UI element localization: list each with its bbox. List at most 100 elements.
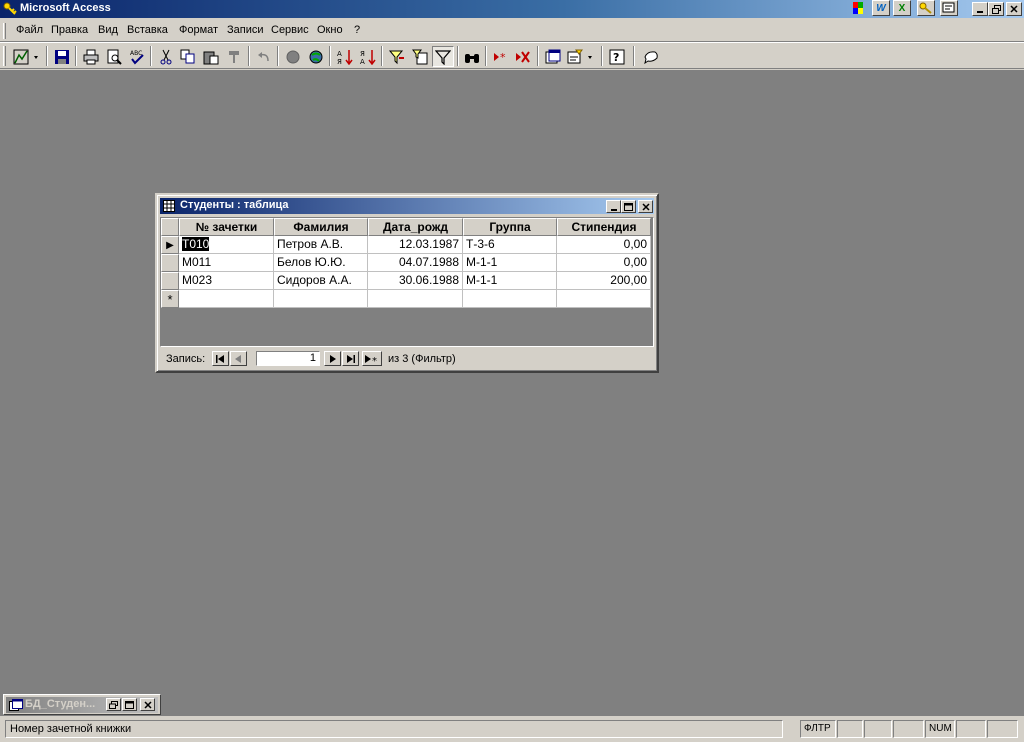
row-selector-new[interactable]: * [161, 290, 179, 308]
record-navigator: Запись: 1 * из 3 (Фильтр) [160, 350, 654, 368]
svg-text:А: А [360, 58, 365, 65]
powerpoint-icon[interactable] [940, 0, 958, 16]
column-header-surname[interactable]: Фамилия [274, 218, 368, 236]
menu-insert[interactable]: Вставка [127, 24, 168, 36]
print-preview-icon[interactable] [103, 46, 125, 67]
find-icon[interactable] [461, 46, 483, 67]
view-mode-button[interactable] [11, 46, 43, 67]
save-icon[interactable] [51, 46, 73, 67]
first-record-button[interactable] [212, 351, 229, 366]
new-row-cell[interactable] [368, 290, 463, 308]
minimized-titlebar[interactable]: БД_Студен... [6, 697, 158, 713]
table-row-cell[interactable]: 12.03.1987 [368, 236, 463, 254]
filter-by-selection-icon[interactable] [386, 46, 408, 67]
menu-help[interactable]: ? [354, 24, 360, 36]
spelling-icon[interactable]: ABC [126, 46, 148, 67]
column-header-id[interactable]: № зачетки [179, 218, 274, 236]
table-row-cell[interactable]: M023 [179, 272, 274, 290]
apply-filter-icon[interactable] [432, 46, 454, 67]
column-header-stipend[interactable]: Стипендия [557, 218, 651, 236]
toolbar-separator [277, 46, 279, 66]
menu-file[interactable]: Файл [16, 24, 43, 36]
close-button[interactable] [1006, 2, 1022, 16]
web-toolbar-icon[interactable] [305, 46, 327, 67]
copy-icon[interactable] [177, 46, 199, 67]
table-row-cell[interactable]: Белов Ю.Ю. [274, 254, 368, 272]
word-icon[interactable]: W [872, 0, 890, 16]
table-minimize-button[interactable] [606, 200, 621, 213]
minimize-button[interactable] [972, 2, 988, 16]
previous-record-button[interactable] [230, 351, 247, 366]
sort-ascending-icon[interactable]: АЯ [334, 46, 356, 67]
last-record-button[interactable] [342, 351, 359, 366]
new-record-nav-button[interactable]: * [362, 351, 382, 366]
minwin-close-button[interactable] [140, 698, 155, 711]
hyperlink-icon[interactable] [282, 46, 304, 67]
record-count: из 3 (Фильтр) [388, 353, 456, 365]
select-all-corner[interactable] [161, 218, 179, 236]
excel-icon[interactable]: X [893, 0, 911, 16]
delete-record-icon[interactable] [512, 46, 534, 67]
menu-edit[interactable]: Правка [51, 24, 88, 36]
toolbar-grip[interactable] [3, 46, 6, 66]
row-selector[interactable] [161, 254, 179, 272]
table-row-cell[interactable]: М-1-1 [463, 254, 557, 272]
column-header-birthdate[interactable]: Дата_рожд [368, 218, 463, 236]
table-maximize-button[interactable] [621, 200, 636, 213]
table-row-cell[interactable]: 04.07.1988 [368, 254, 463, 272]
table-row-cell[interactable]: 200,00 [557, 272, 651, 290]
minimized-database-window[interactable]: БД_Студен... [3, 694, 161, 715]
new-row-cell[interactable] [274, 290, 368, 308]
next-record-button[interactable] [324, 351, 341, 366]
table-icon [163, 200, 175, 212]
table-window-titlebar[interactable]: Студенты : таблица [160, 198, 654, 214]
restore-button[interactable] [988, 2, 1004, 16]
status-panel [987, 720, 1018, 738]
table-row-cell[interactable]: 30.06.1988 [368, 272, 463, 290]
access-icon[interactable] [917, 0, 935, 16]
table-row-cell[interactable]: M011 [179, 254, 274, 272]
table-row-cell[interactable]: Сидоров А.А. [274, 272, 368, 290]
office-assistant-icon[interactable] [640, 46, 662, 67]
table-row-cell[interactable]: T010 [179, 236, 274, 254]
menu-window[interactable]: Окно [317, 24, 343, 36]
row-selector-current[interactable]: ▶ [161, 236, 179, 254]
paste-icon[interactable] [200, 46, 222, 67]
filter-by-form-icon[interactable] [409, 46, 431, 67]
new-record-icon[interactable]: * [490, 46, 512, 67]
minwin-restore-button[interactable] [106, 698, 121, 711]
new-row-cell[interactable] [463, 290, 557, 308]
status-panel [864, 720, 892, 738]
status-panel-filter: ФЛТР [800, 720, 836, 738]
office-logo-icon[interactable] [852, 0, 864, 16]
help-icon[interactable]: ? [606, 46, 628, 67]
record-number-input[interactable]: 1 [256, 351, 320, 366]
svg-text:Я: Я [360, 50, 365, 58]
menu-grip[interactable] [3, 23, 6, 39]
new-row-cell[interactable] [557, 290, 651, 308]
table-row-cell[interactable]: М-1-1 [463, 272, 557, 290]
menu-format[interactable]: Формат [179, 24, 218, 36]
format-painter-icon[interactable] [223, 46, 245, 67]
database-window-icon[interactable] [542, 46, 564, 67]
row-selector[interactable] [161, 272, 179, 290]
menu-records[interactable]: Записи [227, 24, 264, 36]
undo-icon[interactable] [253, 46, 275, 67]
table-row-cell[interactable]: Петров А.В. [274, 236, 368, 254]
print-icon[interactable] [80, 46, 102, 67]
sort-descending-icon[interactable]: ЯА [357, 46, 379, 67]
new-row-cell[interactable] [179, 290, 274, 308]
table-window[interactable]: Студенты : таблица № зачетки Фамилия Дат… [155, 193, 659, 373]
column-header-group[interactable]: Группа [463, 218, 557, 236]
minwin-maximize-button[interactable] [122, 698, 137, 711]
mdi-workspace [0, 70, 1024, 716]
table-row-cell[interactable]: Т-3-6 [463, 236, 557, 254]
table-window-title: Студенты : таблица [180, 199, 289, 211]
table-close-button[interactable] [638, 200, 653, 213]
menu-view[interactable]: Вид [98, 24, 118, 36]
new-object-icon[interactable] [565, 46, 597, 67]
cut-icon[interactable] [155, 46, 177, 67]
table-row-cell[interactable]: 0,00 [557, 254, 651, 272]
menu-tools[interactable]: Сервис [271, 24, 309, 36]
table-row-cell[interactable]: 0,00 [557, 236, 651, 254]
